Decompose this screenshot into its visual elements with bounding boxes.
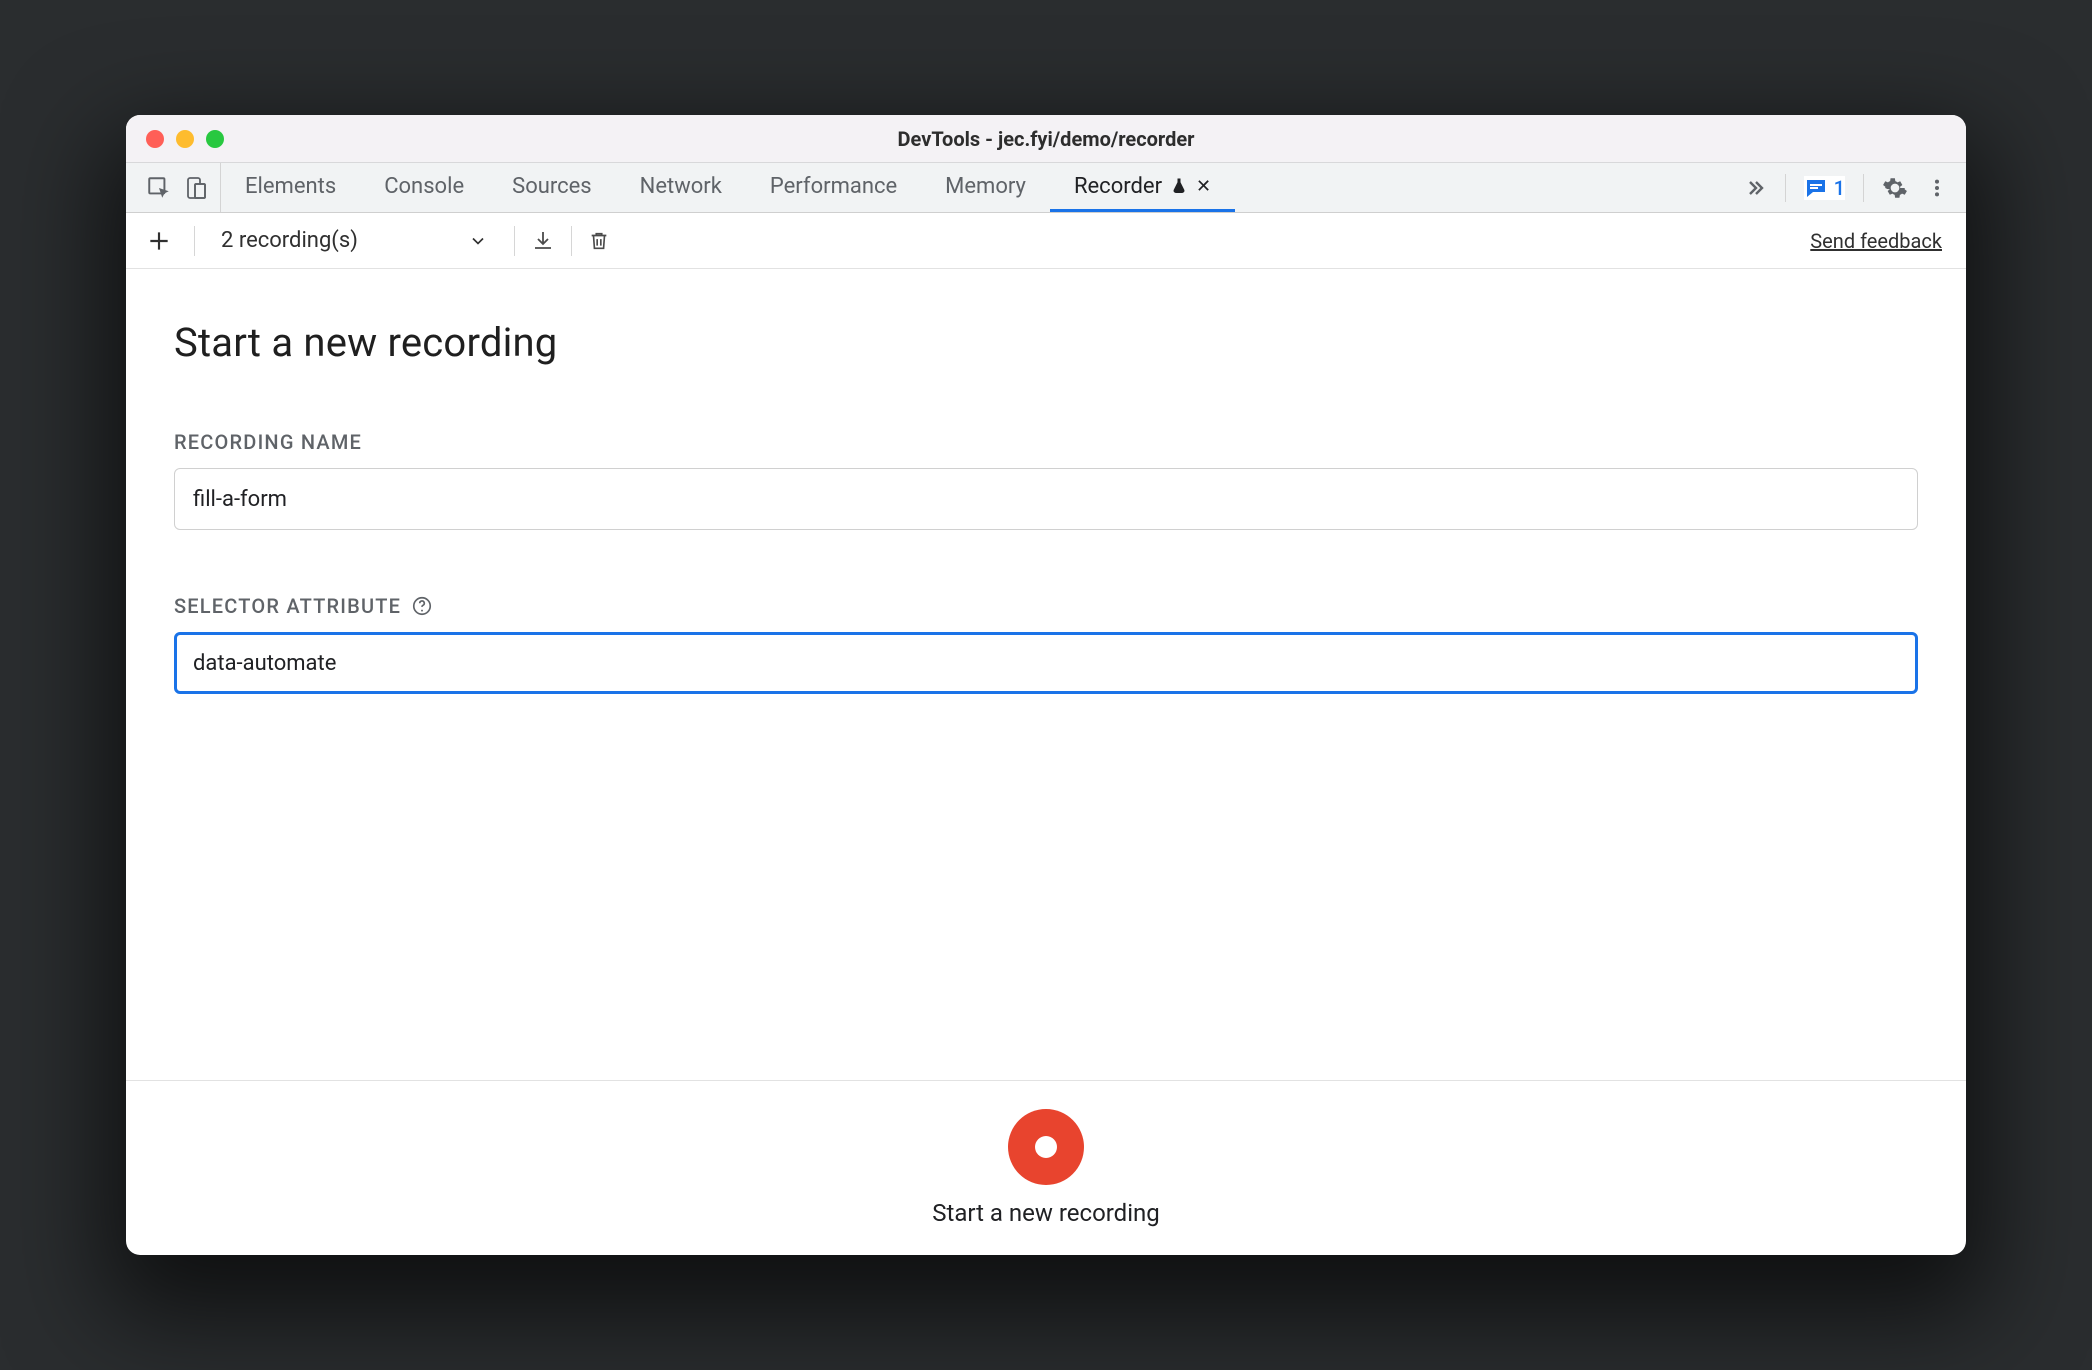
- close-icon[interactable]: ✕: [1196, 176, 1211, 197]
- tabs-container: Elements Console Sources Network Perform…: [221, 163, 1733, 212]
- window-titlebar: DevTools - jec.fyi/demo/recorder: [126, 115, 1966, 163]
- tab-sources[interactable]: Sources: [488, 163, 616, 212]
- start-recording-label: Start a new recording: [932, 1199, 1160, 1227]
- tab-elements[interactable]: Elements: [221, 163, 360, 212]
- issues-button[interactable]: 1: [1804, 176, 1845, 200]
- tab-console[interactable]: Console: [360, 163, 488, 212]
- recordings-dropdown[interactable]: 2 recording(s): [211, 228, 498, 253]
- flask-icon: [1170, 176, 1188, 196]
- devtools-tabbar: Elements Console Sources Network Perform…: [126, 163, 1966, 213]
- tab-label: Memory: [945, 174, 1026, 199]
- page-title: Start a new recording: [174, 319, 1918, 366]
- tab-recorder[interactable]: Recorder ✕: [1050, 163, 1235, 212]
- separator: [1785, 174, 1786, 202]
- trash-icon[interactable]: [588, 229, 610, 253]
- tab-network[interactable]: Network: [616, 163, 746, 212]
- recorder-content: Start a new recording RECORDING NAME SEL…: [126, 269, 1966, 1080]
- record-icon: [1035, 1136, 1057, 1158]
- tab-performance[interactable]: Performance: [746, 163, 921, 212]
- help-icon[interactable]: [411, 595, 433, 617]
- separator: [571, 226, 572, 256]
- separator: [514, 226, 515, 256]
- tab-label: Recorder: [1074, 174, 1162, 199]
- chat-icon: [1804, 176, 1828, 200]
- tabbar-left-tools: [134, 163, 221, 212]
- tab-label: Performance: [770, 174, 897, 199]
- recording-name-field: RECORDING NAME: [174, 430, 1918, 530]
- separator: [194, 226, 195, 256]
- start-recording-button[interactable]: [1008, 1109, 1084, 1185]
- add-recording-button[interactable]: [140, 228, 178, 254]
- send-feedback-link[interactable]: Send feedback: [1810, 229, 1942, 253]
- gear-icon[interactable]: [1882, 175, 1908, 201]
- tabbar-right-tools: 1: [1733, 163, 1958, 212]
- window-title: DevTools - jec.fyi/demo/recorder: [126, 127, 1966, 151]
- selector-attribute-input[interactable]: [174, 632, 1918, 694]
- window-maximize-button[interactable]: [206, 130, 224, 148]
- window-minimize-button[interactable]: [176, 130, 194, 148]
- issues-count: 1: [1834, 176, 1845, 200]
- recordings-dropdown-label: 2 recording(s): [221, 228, 358, 253]
- recording-name-label: RECORDING NAME: [174, 430, 1918, 454]
- devtools-window: DevTools - jec.fyi/demo/recorder Element…: [126, 115, 1966, 1255]
- inspect-element-icon[interactable]: [146, 175, 172, 201]
- window-close-button[interactable]: [146, 130, 164, 148]
- chevron-down-icon: [468, 231, 488, 251]
- tab-memory[interactable]: Memory: [921, 163, 1050, 212]
- recorder-footer: Start a new recording: [126, 1080, 1966, 1255]
- selector-attribute-label-text: SELECTOR ATTRIBUTE: [174, 594, 401, 618]
- tab-label: Network: [640, 174, 722, 199]
- tab-label: Console: [384, 174, 464, 199]
- separator: [1863, 174, 1864, 202]
- recorder-toolbar: 2 recording(s) Send feedback: [126, 213, 1966, 269]
- selector-attribute-field: SELECTOR ATTRIBUTE: [174, 594, 1918, 694]
- kebab-menu-icon[interactable]: [1926, 175, 1948, 201]
- tab-label: Sources: [512, 174, 592, 199]
- more-tabs-icon[interactable]: [1743, 176, 1767, 200]
- recording-name-input[interactable]: [174, 468, 1918, 530]
- download-icon[interactable]: [531, 229, 555, 253]
- device-toolbar-icon[interactable]: [184, 175, 208, 201]
- selector-attribute-label: SELECTOR ATTRIBUTE: [174, 594, 1918, 618]
- window-traffic-lights: [146, 130, 224, 148]
- tab-label: Elements: [245, 174, 336, 199]
